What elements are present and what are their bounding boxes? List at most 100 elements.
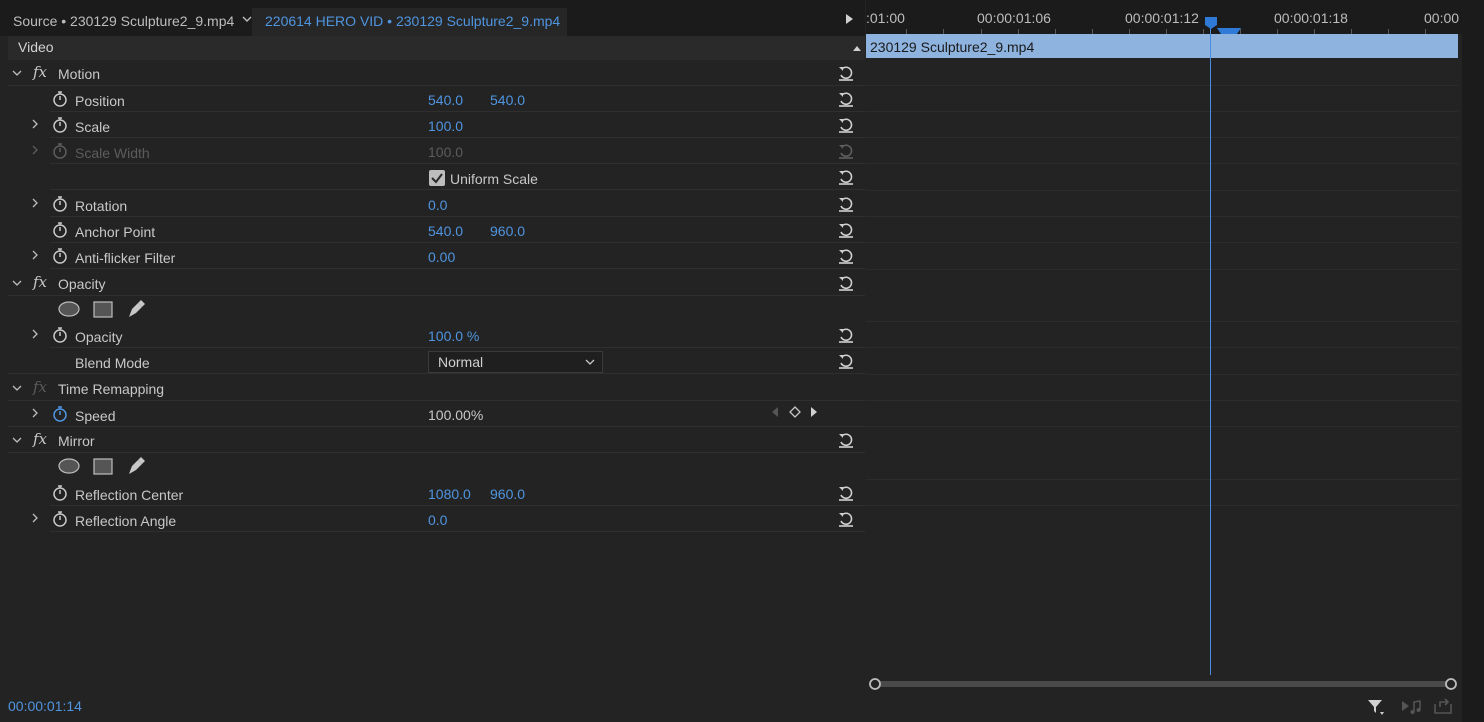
current-timecode[interactable]: 00:00:01:14 <box>8 698 82 714</box>
video-section-title: Video <box>18 39 54 55</box>
param-anti-flicker: Anti-flicker Filter 0.00 <box>8 243 865 269</box>
effect-opacity[interactable]: fx Opacity <box>8 270 865 296</box>
scale-width-value: 100.0 <box>428 144 464 160</box>
fx-icon[interactable]: fx <box>33 430 47 448</box>
effect-motion[interactable]: fx Motion <box>8 60 865 86</box>
reset-icon[interactable] <box>837 195 855 213</box>
reset-icon[interactable] <box>837 116 855 134</box>
chevron-right-icon[interactable] <box>30 198 40 208</box>
show-timeline-arrow-icon[interactable] <box>844 13 854 25</box>
speed-value[interactable]: 100.00% <box>428 407 483 423</box>
reset-icon[interactable] <box>837 247 855 265</box>
param-speed: Speed 100.00% <box>8 401 865 427</box>
reset-icon[interactable] <box>837 484 855 502</box>
previous-keyframe-icon[interactable] <box>771 406 779 418</box>
anti-flicker-value[interactable]: 0.00 <box>428 249 455 265</box>
reflection-center-x-value[interactable]: 1080.0 <box>428 486 471 502</box>
fx-icon[interactable]: fx <box>33 273 47 291</box>
stopwatch-icon[interactable] <box>52 116 68 134</box>
reset-icon[interactable] <box>837 64 855 82</box>
blend-mode-select[interactable]: Normal <box>428 351 603 373</box>
stopwatch-icon[interactable] <box>52 195 68 213</box>
collapse-up-icon[interactable] <box>852 44 862 52</box>
reset-icon[interactable] <box>837 431 855 449</box>
reset-icon[interactable] <box>837 168 855 186</box>
chevron-right-icon[interactable] <box>30 408 40 418</box>
opacity-value[interactable]: 100.0 % <box>428 328 479 344</box>
effect-controls-panel: Video fx Motion Position 540.0 540.0 Sca… <box>0 36 865 693</box>
stopwatch-icon[interactable] <box>52 405 68 423</box>
stopwatch-icon[interactable] <box>52 247 68 265</box>
stopwatch-icon[interactable] <box>52 90 68 108</box>
effect-time-remapping[interactable]: fx Time Remapping <box>8 375 865 401</box>
position-x-value[interactable]: 540.0 <box>428 92 463 108</box>
ruler-label: :01:00 <box>866 10 905 26</box>
mirror-mask-tools <box>8 453 865 479</box>
param-opacity: Opacity 100.0 % <box>8 322 865 348</box>
stopwatch-icon[interactable] <box>52 484 68 502</box>
chevron-down-icon[interactable] <box>12 383 22 393</box>
ellipse-mask-icon[interactable] <box>58 458 80 474</box>
stopwatch-icon[interactable] <box>52 221 68 239</box>
fx-icon[interactable]: fx <box>33 63 47 81</box>
rotation-value[interactable]: 0.0 <box>428 197 447 213</box>
reset-icon[interactable] <box>837 274 855 292</box>
reset-icon[interactable] <box>837 90 855 108</box>
param-reflection-center: Reflection Center 1080.0 960.0 <box>8 480 865 506</box>
scale-value[interactable]: 100.0 <box>428 118 463 134</box>
next-keyframe-icon[interactable] <box>810 406 818 418</box>
add-keyframe-icon[interactable] <box>789 406 801 418</box>
anchor-y-value[interactable]: 960.0 <box>490 223 525 239</box>
chevron-right-icon[interactable] <box>30 329 40 339</box>
pen-mask-icon[interactable] <box>126 299 146 319</box>
rectangle-mask-icon[interactable] <box>93 458 113 475</box>
param-label: Scale Width <box>75 145 150 161</box>
param-blend-mode: Blend Mode Normal <box>8 348 865 374</box>
chevron-right-icon[interactable] <box>30 119 40 129</box>
ruler-label: 00:00:01:12 <box>1125 10 1199 26</box>
panel-footer <box>0 693 1462 722</box>
loop-audio-icon[interactable] <box>1400 698 1422 716</box>
reset-icon[interactable] <box>837 326 855 344</box>
param-scale: Scale 100.0 <box>8 112 865 138</box>
ruler-label: 00:00:01:18 <box>1274 10 1348 26</box>
playhead-line[interactable] <box>1210 18 1211 675</box>
checkmark-icon <box>431 173 443 184</box>
effect-mirror[interactable]: fx Mirror <box>8 427 865 453</box>
stopwatch-icon[interactable] <box>52 326 68 344</box>
reset-icon <box>839 144 853 159</box>
rectangle-mask-icon[interactable] <box>93 301 113 318</box>
reset-icon[interactable] <box>837 352 855 370</box>
ellipse-mask-icon[interactable] <box>58 301 80 317</box>
pen-mask-icon[interactable] <box>126 456 146 476</box>
position-y-value[interactable]: 540.0 <box>490 92 525 108</box>
chevron-down-icon[interactable] <box>12 278 22 288</box>
reset-icon[interactable] <box>837 221 855 239</box>
timeline-clip[interactable]: 230129 Sculpture2_9.mp4 <box>866 34 1458 58</box>
reset-icon[interactable] <box>837 510 855 528</box>
time-ruler[interactable]: :01:00 00:00:01:06 00:00:01:12 00:00:01:… <box>866 0 1462 34</box>
chevron-down-icon[interactable] <box>12 435 22 445</box>
anchor-x-value[interactable]: 540.0 <box>428 223 463 239</box>
param-position: Position 540.0 540.0 <box>8 86 865 112</box>
param-label: Rotation <box>75 198 128 214</box>
uniform-scale-checkbox[interactable] <box>429 170 445 186</box>
param-reflection-angle: Reflection Angle 0.0 <box>8 506 865 532</box>
timeline-zoom-scrollbar[interactable] <box>868 677 1458 691</box>
chevron-down-icon[interactable] <box>12 68 22 78</box>
video-section-header: Video <box>8 36 865 60</box>
tab-source-monitor[interactable]: Source • 230129 Sculpture2_9.mp4 <box>0 8 236 36</box>
playhead-handle-icon[interactable] <box>1204 16 1218 30</box>
reflection-angle-value[interactable]: 0.0 <box>428 512 447 528</box>
param-label: Blend Mode <box>75 355 150 371</box>
tab-effect-controls-sequence[interactable]: 220614 HERO VID • 230129 Sculpture2_9.mp… <box>252 8 567 36</box>
chevron-right-icon[interactable] <box>30 513 40 523</box>
filter-icon[interactable] <box>1366 698 1386 716</box>
export-icon[interactable] <box>1432 697 1454 715</box>
effect-controls-timeline: :01:00 00:00:01:06 00:00:01:12 00:00:01:… <box>866 0 1462 693</box>
ruler-label: 00:00 <box>1424 10 1460 26</box>
stopwatch-icon[interactable] <box>52 510 68 528</box>
chevron-right-icon[interactable] <box>30 250 40 260</box>
reflection-center-y-value[interactable]: 960.0 <box>490 486 525 502</box>
panel-tab-bar: Source • 230129 Sculpture2_9.mp4 220614 … <box>0 0 865 36</box>
